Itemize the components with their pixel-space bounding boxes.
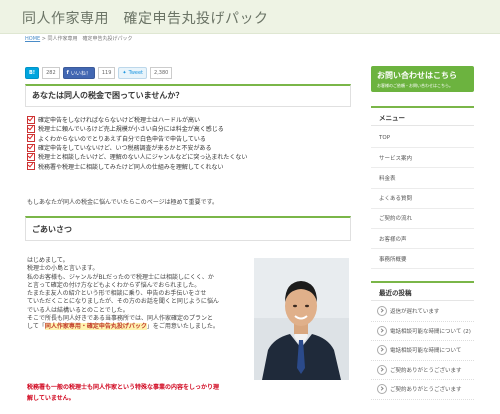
arrow-circle-icon: [377, 384, 387, 395]
greeting-line: でいる人は結構いるとのことでした。: [27, 306, 129, 314]
checked-box-icon: [27, 162, 35, 171]
arrow-circle-icon: [377, 345, 387, 356]
breadcrumb: HOME > 同人作家専用 確定申告丸投げパック: [25, 35, 133, 42]
hatena-bookmark-button[interactable]: B!: [25, 67, 40, 79]
greeting-text: 」をご用意いたしました。: [146, 323, 219, 331]
sidebar-item-top[interactable]: TOP: [371, 128, 474, 149]
warning-text: 税務署も一般の税理士も同人作家という特殊な事業の内容をしっかり理 解していません…: [27, 382, 327, 404]
recent-post-title: 返信が遅れています: [390, 309, 440, 316]
recent-post-link[interactable]: 電話相談可能な時間について: [371, 341, 474, 361]
sidebar-item-contract-flow[interactable]: ご契約の流れ: [371, 209, 474, 229]
sidebar-heading-text: メニュー: [379, 114, 405, 122]
greeting-text: して「: [27, 323, 45, 331]
contact-button[interactable]: お問い合わせはこちら お客様のご依頼・お問い合わせはこちら。: [371, 66, 474, 92]
tweet-label: Tweet: [128, 70, 144, 76]
sidebar-news-heading: 最近の投稿: [371, 281, 474, 301]
greeting-body: はじめまして。 税理士の小島と言います。 私のお客様も、ジャンルがBLだったので…: [27, 257, 257, 332]
sidebar-item-office[interactable]: 事務所概要: [371, 249, 474, 270]
sidebar-item-pricing[interactable]: 料金表: [371, 168, 474, 189]
contact-button-title: お問い合わせはこちら: [377, 71, 457, 80]
greeting-line: ていただくことになりましたが、その方のお話を聞くと同じように悩ん: [27, 298, 219, 306]
arrow-circle-icon: [377, 325, 387, 336]
recent-post-link[interactable]: 返信が遅れています: [371, 302, 474, 322]
checklist-item: 税務署や税理士に相談してみたけど同人の仕組みを理解してくれない: [27, 161, 352, 171]
warning-line: 解していません。: [27, 395, 75, 402]
checked-box-icon: [27, 152, 35, 161]
sidebar-menu: TOP サービス案内 料金表 よくある質問 ご契約の流れ お客様の声 事務所概要: [371, 128, 474, 270]
breadcrumb-separator: >: [40, 36, 48, 42]
arrow-circle-icon: [377, 364, 387, 375]
checklist-text: 確定申告をしていないけど、いつ税務調査が来るかと不安がある: [38, 145, 212, 153]
twitter-bird-icon: ✦: [122, 70, 127, 76]
site-title[interactable]: 同人作家専用 確定申告丸投げパック: [22, 8, 269, 28]
tweet-count: 2,380: [150, 67, 173, 79]
contact-button-subtitle: お客様のご依頼・お問い合わせはこちら。: [377, 83, 453, 88]
section-heading-greeting: ごあいさつ: [25, 216, 351, 241]
portrait-illustration: [254, 258, 349, 380]
checked-box-icon: [27, 143, 35, 152]
checklist-item: よくわからないのでとりあえず自分で白色申告で申告している: [27, 134, 352, 143]
greeting-line: して「同人作家専用・確定申告丸投げパック」をご用意いたしました。: [27, 323, 257, 331]
checklist-text: 税理士と相談したいけど、理解のない人にジャンルなどに突っ込まれたくない: [38, 154, 248, 162]
recent-post-title: ご契約ありがとうございます: [390, 367, 462, 374]
breadcrumb-home-link[interactable]: HOME: [25, 36, 40, 42]
recent-post-link[interactable]: ご契約ありがとうございます: [371, 361, 474, 380]
sidebar-item-testimonials[interactable]: お客様の声: [371, 229, 474, 250]
service-name-highlight: 同人作家専用・確定申告丸投げパック: [44, 323, 147, 331]
checklist-text: 確定申告をしなければならないけど税理士はハードルが高い: [38, 117, 201, 125]
facebook-like-label: いいね！: [70, 70, 91, 77]
checklist-item: 税理士と相談したいけど、理解のない人にジャンルなどに突っ込まれたくない: [27, 152, 352, 161]
site-header: 同人作家専用 確定申告丸投げパック: [0, 0, 500, 34]
greeting-line: と言って確定の付け方などもよくわからず悩んでおられました。: [27, 281, 201, 289]
checklist-item: 税理士に頼んでいるけど売上規模が小さい自分には料金が高く感じる: [27, 124, 352, 133]
tweet-button[interactable]: ✦ Tweet: [118, 67, 148, 79]
checklist-item: 確定申告をしていないけど、いつ税務調査が来るかと不安がある: [27, 143, 352, 152]
checklist-text: 税理士に頼んでいるけど売上規模が小さい自分には料金が高く感じる: [38, 126, 224, 134]
checklist-text: 税務署や税理士に相談してみたけど同人の仕組みを理解してくれない: [38, 163, 224, 171]
recent-post-title: 電話相談可能な時間について (2): [390, 328, 471, 335]
recent-posts-list: 返信が遅れています 電話相談可能な時間について (2) 電話相談可能な時間につい…: [371, 302, 474, 400]
checked-box-icon: [27, 134, 35, 143]
section-heading-text: あなたは同人の税金で困っていませんか？: [32, 91, 184, 100]
sidebar-menu-heading: メニュー: [371, 106, 474, 126]
greeting-line: 私のお客様も、ジャンルがBLだったので税理士には相談しにくく、か: [27, 273, 214, 281]
section-heading-tax-worries: あなたは同人の税金で困っていませんか？: [25, 84, 351, 107]
facebook-f-icon: f: [66, 70, 69, 76]
breadcrumb-current: 同人作家専用 確定申告丸投げパック: [47, 36, 133, 42]
social-share-bar: B! 282 f いいね！ 119 ✦ Tweet 2,380: [25, 67, 173, 79]
recent-post-link[interactable]: ご契約ありがとうございます: [371, 380, 474, 400]
checklist-text: よくわからないのでとりあえず自分で白色申告で申告している: [38, 135, 206, 143]
sidebar-heading-text: 最近の投稿: [379, 289, 412, 297]
facebook-count: 119: [97, 67, 116, 79]
facebook-like-button[interactable]: f いいね！: [62, 67, 95, 79]
greeting-line: 税理士の小島と言います。: [27, 265, 99, 273]
lead-text: もしあなたが同人の税金に悩んでいたらこのページは極めて重要です。: [27, 199, 218, 206]
accountant-portrait-photo: [254, 258, 349, 380]
hatena-count: 282: [42, 67, 60, 79]
sidebar-item-faq[interactable]: よくある質問: [371, 189, 474, 209]
warning-line: 税務署も一般の税理士も同人作家という特殊な事業の内容をしっかり理: [27, 384, 220, 391]
section-heading-text: ごあいさつ: [32, 225, 72, 234]
checked-box-icon: [27, 115, 35, 124]
arrow-circle-icon: [377, 306, 387, 317]
checked-box-icon: [27, 124, 35, 133]
recent-post-title: 電話相談可能な時間について: [390, 348, 462, 355]
checklist-item: 確定申告をしなければならないけど税理士はハードルが高い: [27, 115, 352, 124]
recent-post-link[interactable]: 電話相談可能な時間について (2): [371, 322, 474, 341]
recent-post-title: ご契約ありがとうございます: [390, 387, 462, 394]
worry-checklist: 確定申告をしなければならないけど税理士はハードルが高い 税理士に頼んでいるけど売…: [27, 115, 352, 171]
sidebar-item-services[interactable]: サービス案内: [371, 148, 474, 169]
